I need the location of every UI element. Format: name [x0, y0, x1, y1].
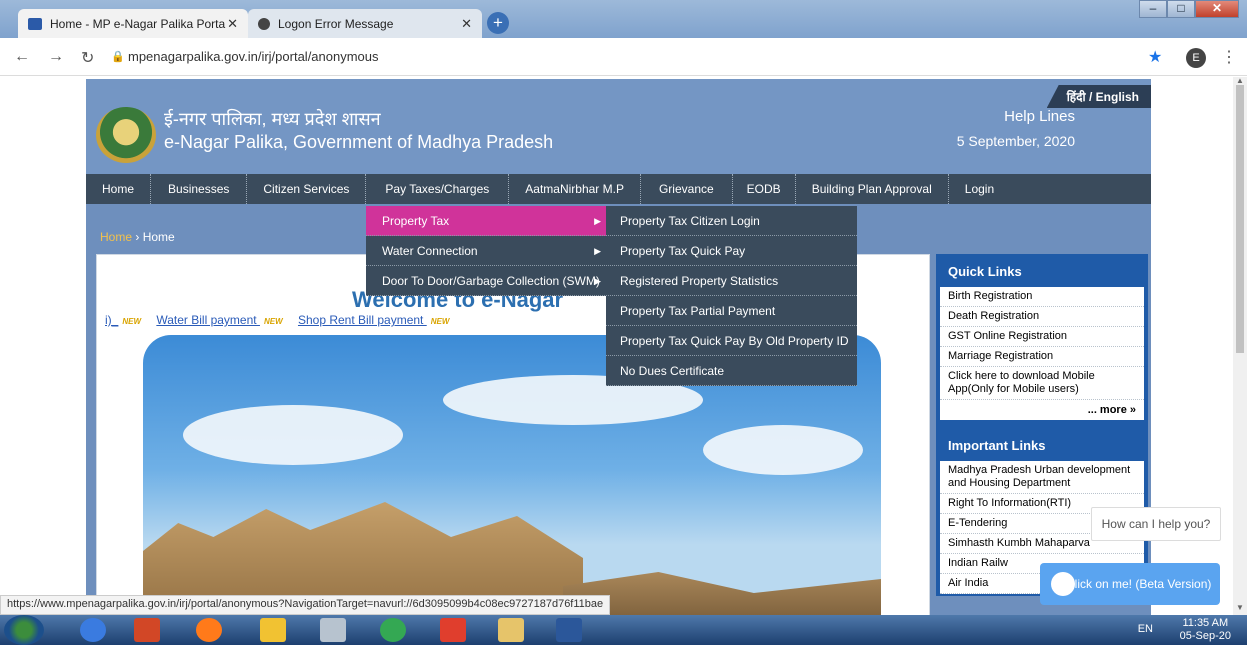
menu-login[interactable]: Login — [949, 174, 1010, 204]
quick-link-marriage[interactable]: Marriage Registration — [940, 347, 1144, 367]
status-bar-url: https://www.mpenagarpalika.gov.in/irj/po… — [0, 595, 611, 615]
breadcrumb-current: Home — [142, 230, 175, 244]
quick-link-birth[interactable]: Birth Registration — [940, 287, 1144, 307]
menu-building-plan[interactable]: Building Plan Approval — [796, 174, 949, 204]
new-badge: NEW — [430, 317, 450, 326]
word-icon[interactable] — [556, 618, 582, 642]
tab-title: Home - MP e-Nagar Palika Porta — [50, 16, 226, 31]
menu-aatmanirbhar[interactable]: AatmaNirbhar M.P — [509, 174, 641, 204]
lock-icon: 🔒 — [111, 51, 125, 63]
chrome-icon[interactable] — [380, 618, 406, 642]
water-bill-link[interactable]: Water Bill payment — [156, 313, 260, 327]
url-field[interactable]: mpenagarpalika.gov.in/irj/portal/anonymo… — [128, 49, 379, 64]
property-tax-quick-pay-old-id[interactable]: Property Tax Quick Pay By Old Property I… — [606, 326, 857, 356]
page-scrollbar[interactable]: ▲ ▼ — [1233, 76, 1247, 615]
close-tab-icon[interactable]: ✕ — [227, 16, 238, 32]
scroll-thumb[interactable] — [1236, 85, 1244, 353]
pay-taxes-dropdown: Property Tax ▶ Water Connection ▶ Door To … — [366, 206, 607, 296]
browser-tab-home[interactable]: Home - MP e-Nagar Palika Porta ✕ — [18, 9, 248, 38]
mp-emblem-logo — [96, 107, 156, 163]
payment-link[interactable]: i)_ — [105, 313, 118, 327]
window-controls: – □ ✕ — [1139, 0, 1239, 18]
submenu-arrow-icon: ▶ — [594, 216, 601, 226]
taskbar-clock[interactable]: 11:35 AM 05-Sep-20 — [1180, 617, 1231, 643]
internet-explorer-icon[interactable] — [80, 618, 106, 642]
breadcrumb: Home › Home — [100, 230, 175, 244]
tray-language[interactable]: EN — [1138, 623, 1153, 635]
breadcrumb-separator: › — [135, 230, 140, 244]
quick-links-title: Quick Links — [948, 264, 1022, 279]
file-explorer-icon[interactable] — [260, 618, 286, 642]
menu-kebab-icon[interactable]: ⋮ — [1221, 47, 1237, 67]
browser-tab-logon-error[interactable]: Logon Error Message ✕ — [248, 9, 482, 38]
menu-businesses[interactable]: Businesses — [151, 174, 248, 204]
chat-button-label: Click on me! (Beta Version) — [1066, 577, 1212, 591]
back-icon[interactable]: ← — [14, 48, 30, 66]
quick-payment-links: i)_ NEW Water Bill payment NEW Shop Rent … — [105, 313, 461, 327]
submenu-door-to-door[interactable]: Door To Door/Garbage Collection (SWM) ▶ — [366, 266, 607, 296]
menu-eodb[interactable]: EODB — [733, 174, 796, 204]
menu-pay-taxes[interactable]: Pay Taxes/Charges — [366, 174, 510, 204]
windows-taskbar: EN 11:35 AM 05-Sep-20 — [0, 615, 1247, 645]
folder-icon[interactable] — [498, 618, 524, 642]
property-tax-citizen-login[interactable]: Property Tax Citizen Login — [606, 206, 857, 236]
property-tax-submenu: Property Tax Citizen Login Property Tax … — [606, 206, 857, 386]
new-badge: NEW — [122, 317, 142, 326]
registered-property-statistics[interactable]: Registered Property Statistics — [606, 266, 857, 296]
help-lines-link[interactable]: Help Lines — [1004, 108, 1075, 125]
main-menu: Home Businesses Citizen Services Pay Tax… — [86, 174, 1151, 204]
calculator-icon[interactable] — [320, 618, 346, 642]
sap-favicon-icon — [28, 17, 42, 30]
quick-link-mobile-app[interactable]: Click here to download Mobile App(Only f… — [940, 367, 1144, 400]
address-bar: ← → ↻ 🔒 mpenagarpalika.gov.in/irj/portal… — [0, 38, 1247, 76]
close-tab-icon[interactable]: ✕ — [461, 16, 472, 32]
close-window-button[interactable]: ✕ — [1195, 0, 1239, 18]
firefox-icon[interactable] — [196, 618, 222, 642]
submenu-water-connection[interactable]: Water Connection ▶ — [366, 236, 607, 266]
shop-rent-link[interactable]: Shop Rent Bill payment — [298, 313, 427, 327]
quick-links-more[interactable]: ... more » — [940, 400, 1144, 420]
start-button[interactable] — [4, 615, 44, 645]
quick-link-gst[interactable]: GST Online Registration — [940, 327, 1144, 347]
menu-home[interactable]: Home — [86, 174, 152, 204]
site-title-english: e-Nagar Palika, Government of Madhya Pra… — [164, 132, 554, 152]
maximize-button[interactable]: □ — [1167, 0, 1195, 18]
menu-grievance[interactable]: Grievance — [641, 174, 733, 204]
quick-links-panel: Quick Links Birth Registration Death Reg… — [936, 254, 1148, 596]
menu-citizen-services[interactable]: Citizen Services — [247, 174, 367, 204]
submenu-arrow-icon: ▶ — [594, 276, 601, 286]
property-tax-partial-payment[interactable]: Property Tax Partial Payment — [606, 296, 857, 326]
quick-link-death[interactable]: Death Registration — [940, 307, 1144, 327]
reload-icon[interactable]: ↻ — [81, 48, 94, 68]
site-title-hindi: ई-नगर पालिका, मध्य प्रदेश शासन — [164, 109, 381, 129]
chat-button[interactable]: Click on me! (Beta Version) — [1040, 563, 1220, 605]
tab-title: Logon Error Message — [278, 16, 394, 31]
bookmark-star-icon[interactable]: ★ — [1148, 47, 1162, 67]
new-tab-button[interactable]: + — [487, 12, 509, 34]
scroll-down-icon[interactable]: ▼ — [1236, 603, 1244, 612]
profile-avatar[interactable]: E — [1186, 48, 1206, 68]
submenu-arrow-icon: ▶ — [594, 246, 601, 256]
language-switch[interactable]: हिंदी / English — [1046, 85, 1151, 108]
office-icon[interactable] — [134, 618, 160, 642]
browser-tabbar: Home - MP e-Nagar Palika Porta ✕ Logon E… — [0, 0, 1247, 38]
property-tax-quick-pay[interactable]: Property Tax Quick Pay — [606, 236, 857, 266]
forward-icon[interactable]: → — [48, 48, 64, 66]
minimize-button[interactable]: – — [1139, 0, 1167, 18]
submenu-property-tax[interactable]: Property Tax ▶ — [366, 206, 607, 236]
clock-time: 11:35 AM — [1182, 617, 1229, 629]
chat-help-bubble: How can I help you? — [1091, 507, 1221, 541]
header-date: 5 September, 2020 — [956, 133, 1075, 149]
anydesk-icon[interactable] — [440, 618, 466, 642]
breadcrumb-home-link[interactable]: Home — [100, 230, 132, 244]
globe-favicon-icon — [258, 17, 270, 30]
new-badge: NEW — [263, 317, 283, 326]
clock-date: 05-Sep-20 — [1179, 630, 1231, 642]
no-dues-certificate[interactable]: No Dues Certificate — [606, 356, 857, 386]
scroll-up-icon[interactable]: ▲ — [1236, 76, 1244, 85]
important-link-urban-dev[interactable]: Madhya Pradesh Urban development and Hou… — [940, 461, 1144, 494]
site-header: हिंदी / English ई-नगर पालिका, मध्य प्रदे… — [86, 79, 1151, 175]
important-links-title: Important Links — [948, 438, 1046, 453]
